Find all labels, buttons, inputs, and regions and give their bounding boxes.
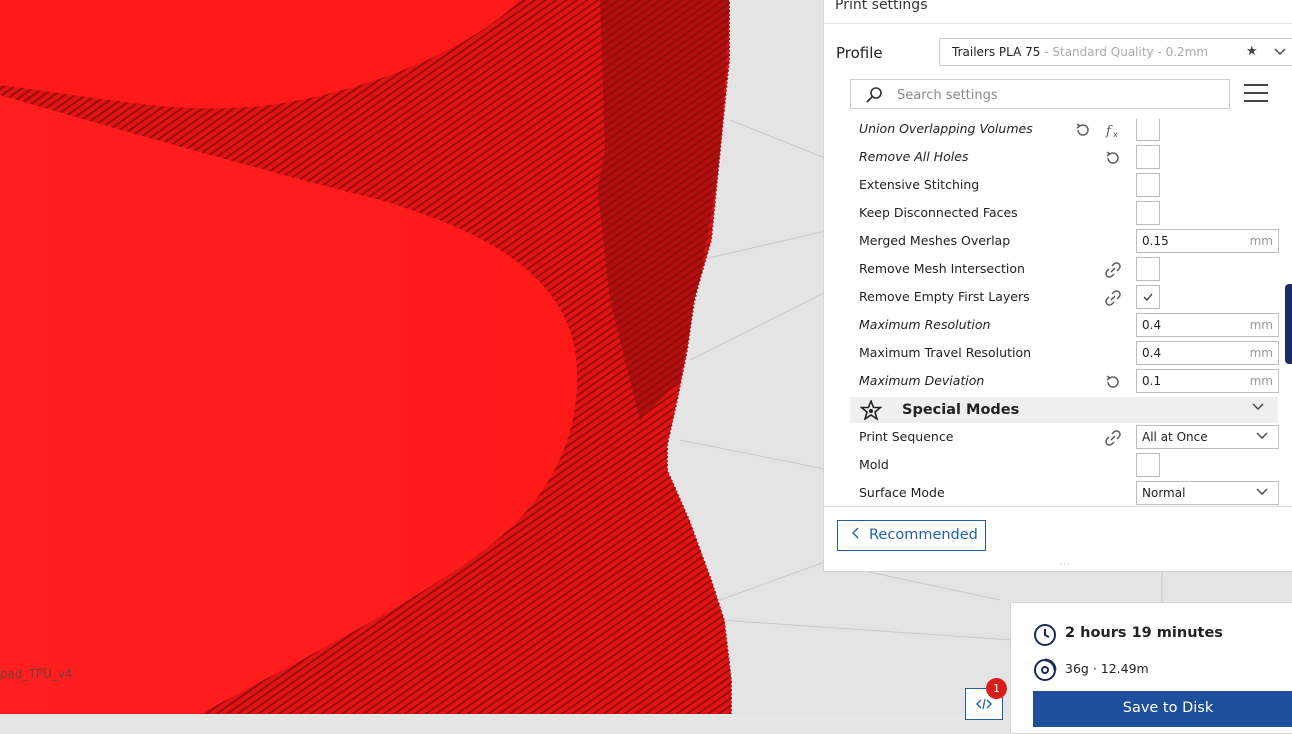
setting-label: Merged Meshes Overlap	[859, 233, 1011, 248]
setting-label: Maximum Resolution	[859, 317, 991, 332]
field-value: 0.1	[1142, 374, 1162, 388]
function-icon[interactable]: fx	[1104, 121, 1122, 139]
setting-label: Maximum Deviation	[859, 373, 985, 388]
checkbox[interactable]	[1136, 453, 1160, 477]
menu-icon[interactable]	[1244, 84, 1268, 104]
checkbox[interactable]	[1136, 257, 1160, 281]
search-icon	[866, 87, 882, 103]
setting-row-extensive-stitching: Extensive Stitching	[824, 171, 1292, 199]
setting-label: Remove Mesh Intersection	[859, 261, 1025, 276]
divider	[824, 506, 1292, 507]
side-tab[interactable]	[1285, 284, 1292, 364]
clock-icon	[1034, 624, 1056, 646]
field-unit: mm	[1249, 234, 1273, 248]
setting-label: Keep Disconnected Faces	[859, 205, 1018, 220]
star-icon[interactable]: ★	[1246, 39, 1258, 65]
checkbox[interactable]	[1136, 145, 1160, 169]
link-icon[interactable]	[1104, 429, 1122, 447]
reset-icon[interactable]	[1074, 121, 1092, 139]
field-unit: mm	[1249, 346, 1273, 360]
number-input[interactable]: 0.4 mm	[1136, 313, 1279, 337]
search-box[interactable]	[850, 79, 1230, 109]
setting-row-keep-disconnected-faces: Keep Disconnected Faces	[824, 199, 1292, 227]
print-sequence-select[interactable]: All at Once	[1136, 425, 1279, 449]
checkbox[interactable]	[1136, 173, 1160, 197]
category-label: Special Modes	[902, 402, 1020, 418]
link-icon[interactable]	[1104, 261, 1122, 279]
field-unit: mm	[1249, 374, 1273, 388]
spool-icon	[1034, 658, 1057, 681]
checkbox[interactable]	[1136, 201, 1160, 225]
setting-label: Remove Empty First Layers	[859, 289, 1030, 304]
recommended-button[interactable]: Recommended	[837, 520, 986, 551]
setting-row-union-overlapping-volumes: Union Overlapping Volumes fx	[824, 119, 1292, 143]
recommended-label: Recommended	[869, 527, 978, 543]
divider	[824, 23, 1292, 24]
save-to-disk-button[interactable]: Save to Disk	[1033, 691, 1292, 727]
profile-detail: - Standard Quality - 0.2mm	[1040, 45, 1209, 59]
setting-row-maximum-deviation: Maximum Deviation 0.1 mm	[824, 367, 1292, 395]
search-input[interactable]	[895, 84, 1219, 106]
code-icon	[976, 698, 992, 710]
print-estimate-card: 2 hours 19 minutes 36g · 12.49m Save to …	[1010, 602, 1292, 734]
panel-resize-handle[interactable]: ···	[1060, 560, 1071, 569]
check-icon	[1143, 293, 1153, 301]
setting-row-remove-all-holes: Remove All Holes	[824, 143, 1292, 171]
print-settings-panel: Print settings Profile Trailers PLA 75 -…	[823, 0, 1292, 572]
number-input[interactable]: 0.1 mm	[1136, 369, 1279, 393]
field-value: 0.4	[1142, 346, 1162, 360]
profile-label: Profile	[836, 44, 883, 62]
panel-title: Print settings	[835, 0, 928, 13]
setting-label: Print Sequence	[859, 429, 954, 444]
setting-label: Remove All Holes	[859, 149, 969, 164]
material-usage: 36g · 12.49m	[1065, 661, 1149, 676]
profile-select[interactable]: Trailers PLA 75 - Standard Quality - 0.2…	[939, 38, 1292, 66]
settings-list[interactable]: Union Overlapping Volumes fx Remove All …	[824, 119, 1292, 506]
setting-label: Surface Mode	[859, 485, 945, 500]
svg-text:f: f	[1105, 124, 1113, 139]
link-icon[interactable]	[1104, 289, 1122, 307]
field-unit: mm	[1249, 318, 1273, 332]
checkbox[interactable]	[1136, 119, 1160, 141]
number-input[interactable]: 0.4 mm	[1136, 341, 1279, 365]
chevron-down-icon	[1252, 403, 1264, 410]
select-value: All at Once	[1142, 430, 1208, 444]
setting-label: Maximum Travel Resolution	[859, 345, 1032, 360]
setting-row-surface-mode: Surface Mode Normal	[824, 479, 1292, 506]
reset-icon[interactable]	[1104, 373, 1122, 391]
profile-name: Trailers PLA 75	[952, 45, 1041, 59]
field-value: 0.4	[1142, 318, 1162, 332]
setting-row-remove-empty-first-layers: Remove Empty First Layers	[824, 283, 1292, 311]
svg-text:x: x	[1113, 130, 1118, 139]
category-special-modes[interactable]: Special Modes	[850, 397, 1278, 423]
chevron-down-icon	[1256, 482, 1268, 504]
setting-row-merged-meshes-overlap: Merged Meshes Overlap 0.15 mm	[824, 227, 1292, 255]
checkbox-checked[interactable]	[1136, 285, 1160, 309]
setting-row-maximum-travel-resolution: Maximum Travel Resolution 0.4 mm	[824, 339, 1292, 367]
setting-row-mold: Mold	[824, 451, 1292, 479]
select-value: Normal	[1142, 486, 1186, 500]
setting-label: Mold	[859, 457, 889, 472]
object-name-label: pad_TPU_v4	[0, 667, 73, 681]
field-value: 0.15	[1142, 234, 1169, 248]
chevron-down-icon	[1274, 39, 1286, 65]
chevron-left-icon	[852, 521, 860, 550]
notification-badge: 1	[986, 678, 1007, 699]
print-time: 2 hours 19 minutes	[1065, 625, 1223, 641]
number-input[interactable]: 0.15 mm	[1136, 229, 1279, 253]
chevron-down-icon	[1256, 426, 1268, 448]
setting-label: Extensive Stitching	[859, 177, 980, 192]
star-icon	[860, 400, 882, 420]
setting-row-remove-mesh-intersection: Remove Mesh Intersection	[824, 255, 1292, 283]
reset-icon[interactable]	[1104, 149, 1122, 167]
setting-row-print-sequence: Print Sequence All at Once	[824, 423, 1292, 451]
surface-mode-select[interactable]: Normal	[1136, 481, 1279, 505]
setting-label: Union Overlapping Volumes	[859, 121, 1033, 136]
setting-row-maximum-resolution: Maximum Resolution 0.4 mm	[824, 311, 1292, 339]
